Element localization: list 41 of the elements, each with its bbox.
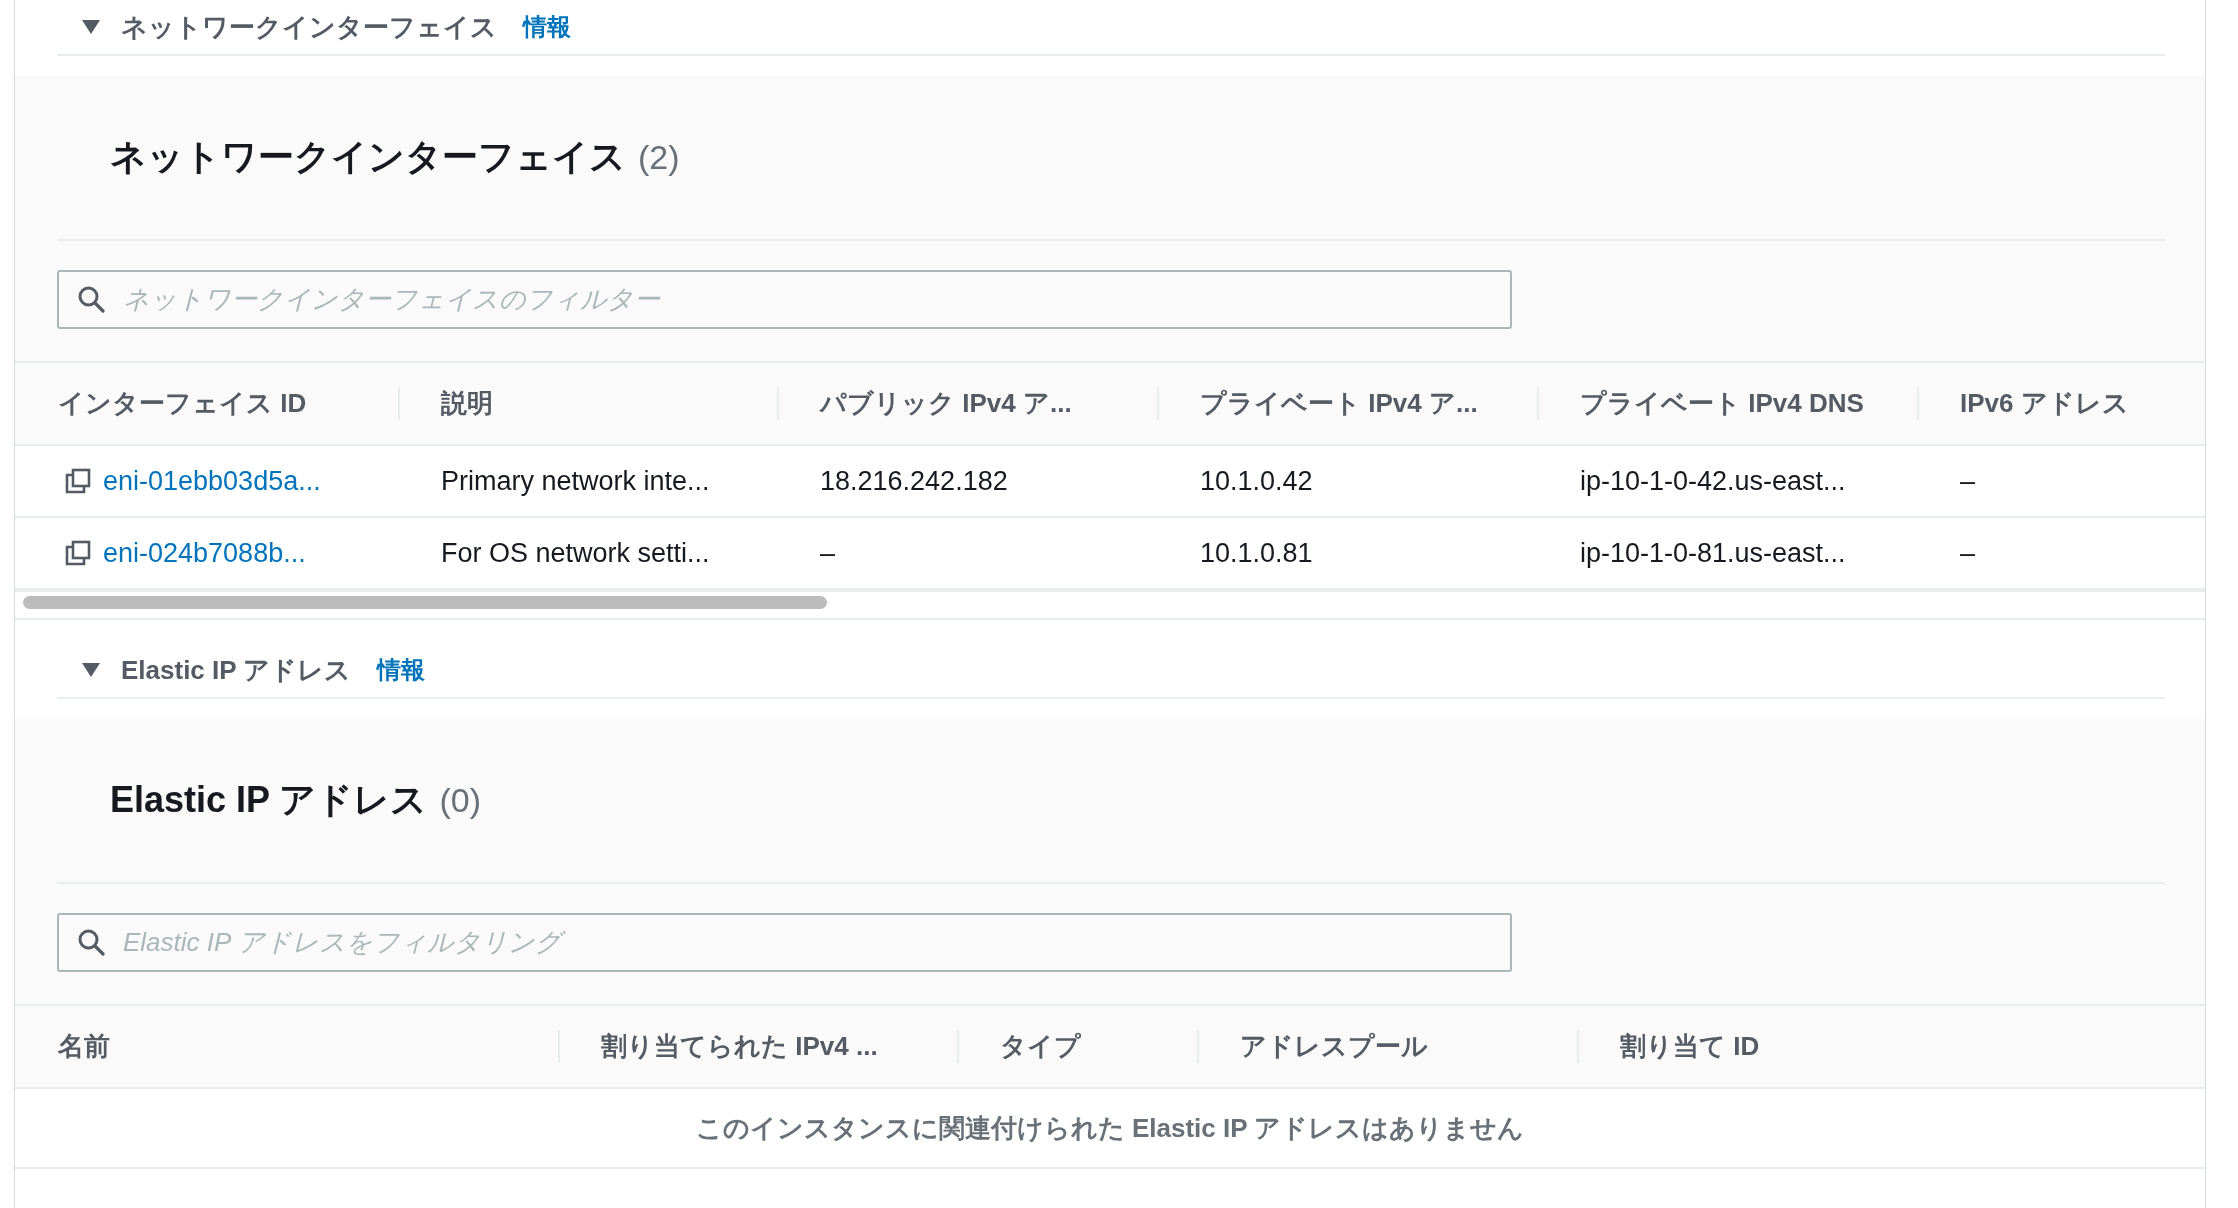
section-title: Elastic IP アドレス — [121, 653, 352, 687]
table-cell: ip-10-1-0-81.us-east... — [1580, 537, 1846, 569]
interface-link[interactable]: eni-01ebb03d5a... — [103, 465, 321, 497]
column-header[interactable]: タイプ — [1000, 1029, 1081, 1064]
search-icon — [77, 928, 105, 956]
table-cell: 18.216.242.182 — [820, 465, 1008, 497]
column-header[interactable]: IPv6 アドレス — [1960, 386, 2129, 421]
table-cell: – — [1960, 537, 1976, 569]
copy-icon[interactable] — [65, 468, 91, 494]
table-cell: – — [1960, 465, 1976, 497]
table-title: ネットワークインターフェイス — [110, 135, 626, 179]
column-header[interactable]: 名前 — [58, 1029, 110, 1064]
column-header[interactable]: 説明 — [441, 386, 493, 421]
column-header[interactable]: アドレスプール — [1240, 1029, 1428, 1064]
column-header[interactable]: パブリック IPv4 ア... — [820, 386, 1072, 421]
filter-field[interactable]: ネットワークインターフェイスのフィルター — [57, 270, 1512, 329]
column-header[interactable]: 割り当て ID — [1620, 1029, 1760, 1064]
table-cell: For OS network setti... — [441, 537, 710, 569]
info-link[interactable]: 情報 — [523, 11, 571, 43]
info-link[interactable]: 情報 — [377, 654, 426, 686]
column-header[interactable]: インターフェイス ID — [58, 386, 307, 421]
item-count: (2) — [638, 138, 680, 177]
table-title: Elastic IP アドレス — [110, 778, 428, 822]
table-cell: – — [820, 537, 836, 569]
table-cell: ip-10-1-0-42.us-east... — [1580, 465, 1846, 497]
search-icon — [77, 285, 105, 313]
table-cell: Primary network inte... — [441, 465, 710, 497]
column-header[interactable]: プライベート IPv4 ア... — [1200, 386, 1478, 421]
table-cell: 10.1.0.81 — [1200, 537, 1313, 569]
copy-icon[interactable] — [65, 540, 91, 566]
caret-icon[interactable] — [81, 662, 101, 678]
filter-field[interactable]: Elastic IP アドレスをフィルタリング — [57, 913, 1512, 972]
section-title: ネットワークインターフェイス — [121, 10, 497, 44]
caret-icon[interactable] — [81, 19, 101, 35]
scrollbar[interactable] — [23, 596, 827, 609]
table-cell: 10.1.0.42 — [1200, 465, 1313, 497]
column-header[interactable]: プライベート IPv4 DNS — [1580, 386, 1864, 421]
item-count: (0) — [439, 781, 481, 820]
column-header[interactable]: 割り当てられた IPv4 ... — [601, 1029, 878, 1064]
interface-link[interactable]: eni-024b7088b... — [103, 537, 306, 569]
empty-message: このインスタンスに関連付けられた Elastic IP アドレスはありません — [695, 1111, 1525, 1145]
